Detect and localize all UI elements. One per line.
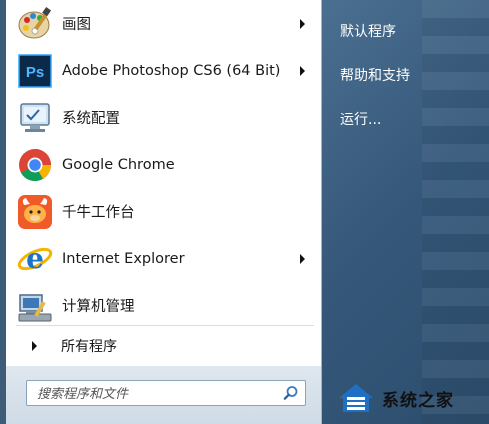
program-label: Adobe Photoshop CS6 (64 Bit) <box>62 62 281 79</box>
program-item-system-config[interactable]: 系统配置 <box>6 94 321 141</box>
program-label: 系统配置 <box>62 111 120 127</box>
search-area <box>6 366 321 424</box>
qianniu-icon <box>16 193 54 231</box>
program-label: 千牛工作台 <box>62 205 135 221</box>
search-icon[interactable] <box>283 385 299 401</box>
paint-palette-icon <box>16 5 54 43</box>
computer-management-icon <box>16 287 54 325</box>
background-texture <box>422 0 489 424</box>
program-label: 计算机管理 <box>62 299 135 315</box>
divider <box>16 325 314 326</box>
svg-text:e: e <box>26 242 44 275</box>
house-logo-icon <box>339 384 373 412</box>
photoshop-icon: Ps <box>16 52 54 90</box>
system-config-icon <box>16 99 54 137</box>
program-item-qianniu[interactable]: 千牛工作台 <box>6 188 321 235</box>
submenu-arrow-icon[interactable] <box>300 65 305 76</box>
start-menu-right-panel: 默认程序 帮助和支持 运行... <box>322 0 489 424</box>
submenu-arrow-icon[interactable] <box>300 253 305 264</box>
program-item-paint[interactable]: 画图 <box>6 0 321 47</box>
program-label: 画图 <box>62 17 91 33</box>
help-and-support-link[interactable]: 帮助和支持 <box>340 65 410 85</box>
search-input[interactable] <box>35 384 279 404</box>
watermark-text: 系统之家 <box>382 390 454 411</box>
triangle-right-icon <box>32 341 37 351</box>
default-programs-link[interactable]: 默认程序 <box>340 21 396 41</box>
program-item-computer-management[interactable]: 计算机管理 <box>6 282 321 329</box>
program-item-internet-explorer[interactable]: e Internet Explorer <box>6 235 321 282</box>
start-menu-programs-panel: 画图 Ps Adobe Photoshop CS6 (64 Bit) 系统配置 … <box>6 0 322 424</box>
program-list: 画图 Ps Adobe Photoshop CS6 (64 Bit) 系统配置 … <box>6 0 321 329</box>
program-item-chrome[interactable]: Google Chrome <box>6 141 321 188</box>
chrome-icon <box>16 146 54 184</box>
run-link[interactable]: 运行... <box>340 109 381 129</box>
ie-icon: e <box>16 240 54 278</box>
submenu-arrow-icon[interactable] <box>300 18 305 29</box>
all-programs-label: 所有程序 <box>61 339 117 355</box>
all-programs-button[interactable]: 所有程序 <box>6 331 321 361</box>
program-item-photoshop[interactable]: Ps Adobe Photoshop CS6 (64 Bit) <box>6 47 321 94</box>
program-label: Google Chrome <box>62 156 175 173</box>
search-box[interactable] <box>26 380 306 406</box>
svg-text:Ps: Ps <box>26 64 44 81</box>
watermark: 系统之家 <box>336 378 486 418</box>
program-label: Internet Explorer <box>62 250 185 267</box>
